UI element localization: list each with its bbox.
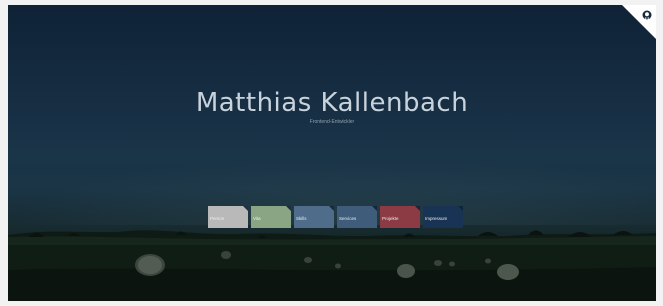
fold-corner xyxy=(458,206,463,211)
fold-corner xyxy=(329,206,334,211)
nav-item-projekte[interactable]: Projekte xyxy=(380,206,420,228)
fold-corner xyxy=(372,206,377,211)
page-title: Matthias Kallenbach xyxy=(195,88,469,118)
github-icon[interactable] xyxy=(641,9,653,21)
nav-item-person[interactable]: Person xyxy=(208,206,248,228)
fold-corner xyxy=(286,206,291,211)
nav-item-label: Skills xyxy=(296,216,307,221)
nav-item-impressum[interactable]: Impressum xyxy=(423,206,463,228)
main-navigation: Person Vita Skills Services Projekte Imp… xyxy=(208,206,463,228)
nav-item-skills[interactable]: Skills xyxy=(294,206,334,228)
nav-item-label: Vita xyxy=(253,216,261,221)
nav-item-services[interactable]: Services xyxy=(337,206,377,228)
nav-item-label: Projekte xyxy=(382,216,399,221)
nav-item-label: Person xyxy=(210,216,225,221)
nav-item-label: Impressum xyxy=(425,216,448,221)
hero-title-block: Matthias Kallenbach Frontend-Entwickler xyxy=(8,88,656,125)
nav-item-vita[interactable]: Vita xyxy=(251,206,291,228)
fold-corner xyxy=(415,206,420,211)
hero-background: Matthias Kallenbach Frontend-Entwickler … xyxy=(8,5,656,301)
page-subtitle: Frontend-Entwickler xyxy=(309,119,355,125)
nav-item-label: Services xyxy=(339,216,357,221)
fold-corner xyxy=(243,206,248,211)
